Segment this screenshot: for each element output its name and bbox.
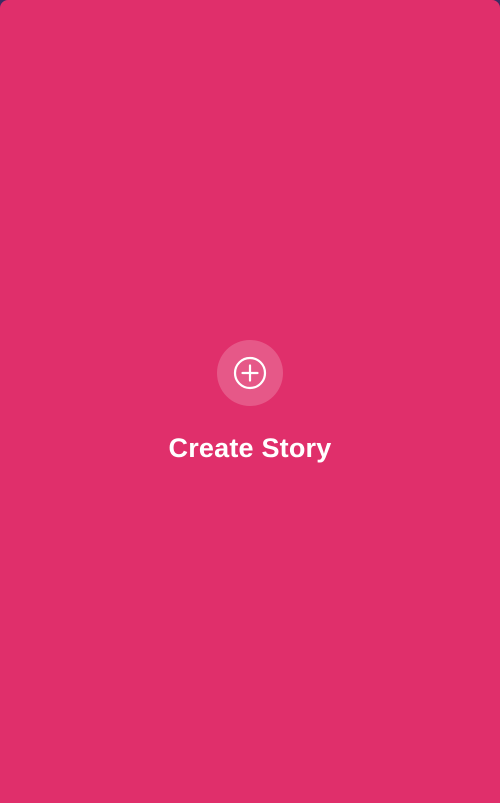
add-story-button[interactable] — [217, 340, 283, 406]
create-story-card[interactable]: Create Story — [0, 0, 500, 803]
create-story-label: Create Story — [168, 433, 332, 463]
create-story-content[interactable]: Create Story — [0, 340, 500, 465]
plus-circle-icon — [233, 356, 267, 390]
